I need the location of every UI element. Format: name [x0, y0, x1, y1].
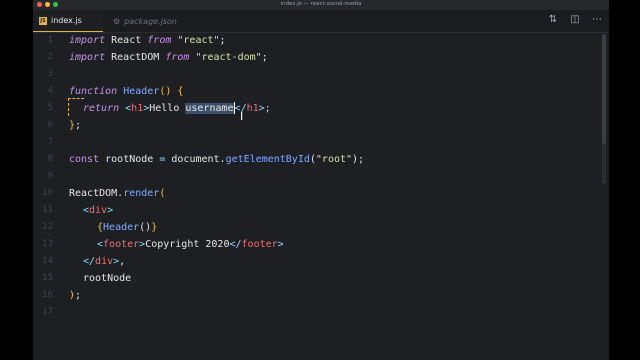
- punctuation: ;: [219, 35, 226, 46]
- code-line-12[interactable]: {Header()}: [97, 220, 157, 236]
- punctuation: ;: [75, 120, 82, 131]
- line-number: 12: [42, 222, 53, 232]
- tab-package-json[interactable]: ⚙ package.json: [107, 10, 183, 32]
- indent-guide: [68, 98, 84, 116]
- punctuation: ,: [119, 256, 126, 267]
- identifier: ReactDOM.: [69, 188, 124, 199]
- selected-text[interactable]: username: [185, 103, 234, 114]
- tab-bar: JS index.js ⚙ package.json ⇅ ◫ ⋯: [33, 10, 609, 33]
- keyword: from: [165, 52, 190, 63]
- more-icon[interactable]: ⋯: [591, 14, 603, 26]
- tab-index-js[interactable]: JS index.js: [33, 10, 103, 32]
- identifier: document.: [165, 154, 226, 165]
- code-line-1[interactable]: import React from "react";: [69, 33, 226, 49]
- source-control-icon[interactable]: ⇅: [547, 14, 559, 26]
- function-name: Header: [117, 86, 160, 97]
- vertical-scrollbar[interactable]: [602, 34, 606, 184]
- punctuation: >: [277, 239, 284, 250]
- jsx-tag: h1: [131, 103, 144, 114]
- line-number: 5: [47, 103, 53, 113]
- line-number: 13: [42, 239, 53, 249]
- code-line-14[interactable]: </div>,: [83, 254, 125, 270]
- punctuation: <: [119, 103, 132, 114]
- keyword: from: [147, 35, 172, 46]
- keyword: const: [69, 154, 100, 165]
- code-line-10[interactable]: ReactDOM.render(: [69, 186, 165, 202]
- jsx-tag: footer: [241, 239, 278, 250]
- string: "react": [171, 35, 220, 46]
- scrollbar-thumb[interactable]: [602, 34, 606, 144]
- line-number: 11: [42, 205, 53, 215]
- punctuation: </: [83, 256, 96, 267]
- code-line-16[interactable]: );: [69, 288, 81, 304]
- tab-label: index.js: [51, 16, 82, 25]
- string: "root": [315, 154, 353, 165]
- line-number: 17: [42, 307, 53, 317]
- tab-label: package.json: [124, 16, 177, 26]
- keyword: import: [69, 35, 106, 46]
- string: "react-dom": [189, 52, 262, 63]
- function-name: getElementById: [225, 154, 310, 165]
- line-number: 10: [42, 188, 53, 198]
- code-line-11[interactable]: <div>: [83, 203, 113, 219]
- jsx-text: Copyright 2020: [145, 239, 230, 250]
- code-line-6[interactable]: };: [69, 118, 81, 134]
- keyword: return: [83, 103, 120, 114]
- identifier: rootNode: [99, 154, 160, 165]
- window-title: index.js — react-social-media: [280, 1, 362, 7]
- js-file-icon: JS: [39, 16, 47, 25]
- jsx-tag: footer: [103, 239, 140, 250]
- code-line-8[interactable]: const rootNode = document.getElementById…: [69, 152, 364, 168]
- punctuation: {: [171, 86, 184, 97]
- line-number: 14: [42, 256, 53, 266]
- function-name: Header: [103, 222, 140, 233]
- keyword: import: [69, 52, 106, 63]
- code-line-4[interactable]: function Header() {: [69, 84, 183, 100]
- punctuation: ;: [261, 52, 268, 63]
- title-bar: index.js — react-social-media: [33, 0, 609, 10]
- jsx-tag: div: [89, 205, 108, 216]
- line-number: 16: [42, 290, 53, 300]
- editor-window: index.js — react-social-media JS index.j…: [33, 0, 609, 360]
- line-number: 3: [47, 69, 53, 79]
- punctuation: }: [151, 222, 158, 233]
- punctuation: >: [107, 205, 114, 216]
- identifier: rootNode: [83, 273, 132, 284]
- punctuation: >;: [258, 103, 271, 114]
- line-number: 15: [42, 273, 53, 283]
- jsx-text: Hello: [149, 103, 186, 114]
- function-name: render: [123, 188, 160, 199]
- jsx-tag: div: [95, 256, 114, 267]
- punctuation: (: [159, 188, 166, 199]
- line-number: 9: [47, 171, 53, 181]
- punctuation: ;: [75, 290, 82, 301]
- json-file-icon: ⚙: [113, 16, 121, 26]
- punctuation: );: [352, 154, 365, 165]
- jsx-tag: h1: [246, 103, 259, 114]
- punctuation: </: [229, 239, 242, 250]
- line-number: 2: [47, 52, 53, 62]
- mouse-ibeam-cursor-icon: I: [240, 110, 244, 123]
- punctuation: (): [139, 222, 152, 233]
- line-number: 8: [47, 154, 53, 164]
- identifier: ReactDOM: [105, 52, 166, 63]
- punctuation: (): [159, 86, 172, 97]
- identifier: React: [105, 35, 148, 46]
- line-number: 7: [47, 137, 53, 147]
- code-line-13[interactable]: <footer>Copyright 2020</footer>: [97, 237, 284, 253]
- code-line-2[interactable]: import ReactDOM from "react-dom";: [69, 50, 268, 66]
- line-number: 4: [47, 86, 53, 96]
- editor-actions: ⇅ ◫ ⋯: [547, 14, 603, 26]
- keyword: function: [69, 86, 118, 97]
- line-number: 6: [47, 120, 53, 130]
- line-number: 1: [47, 35, 53, 45]
- code-line-15[interactable]: rootNode: [83, 271, 131, 287]
- split-editor-icon[interactable]: ◫: [569, 14, 581, 26]
